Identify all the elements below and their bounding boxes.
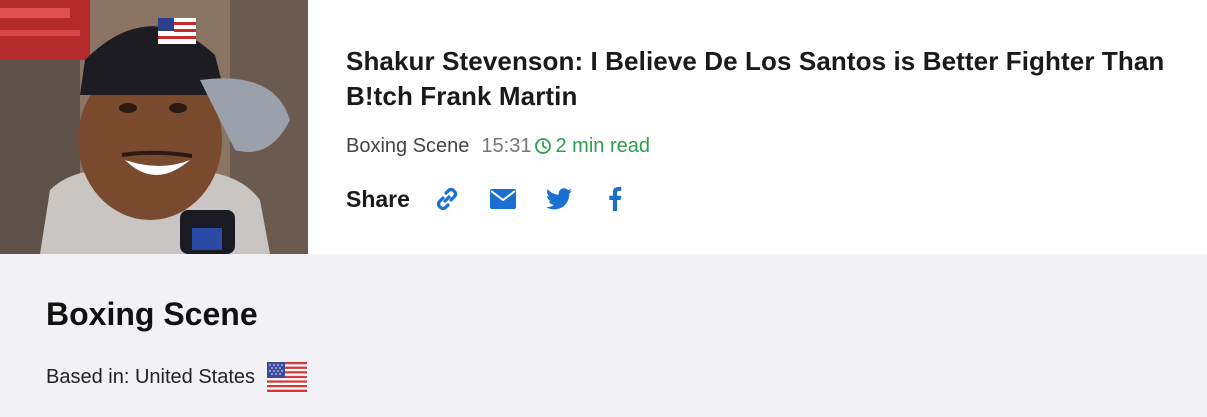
link-icon [436,187,458,211]
article-source[interactable]: Boxing Scene [346,135,469,158]
share-facebook-button[interactable] [600,184,630,214]
share-email-button[interactable] [488,184,518,214]
publisher-name[interactable]: Boxing Scene [46,296,258,333]
us-flag-icon [267,362,308,392]
based-in-text: Based in: United States [46,365,256,388]
article-card[interactable]: Shakur Stevenson: I Believe De Los Santo… [0,0,1207,254]
article-time: 15:31 [481,134,532,157]
article-meta: Boxing Scene 15:31 2 min read [346,134,1186,158]
article-thumbnail[interactable] [0,0,308,254]
facebook-icon [609,187,622,211]
mail-icon [489,189,516,209]
share-link-button[interactable] [432,184,462,214]
publisher-location: Based in: United States [46,362,308,392]
share-label: Share [346,185,410,212]
article-content: Shakur Stevenson: I Believe De Los Santo… [346,44,1186,214]
share-twitter-button[interactable] [544,184,574,214]
clock-icon [535,138,552,154]
twitter-icon [545,188,572,210]
publisher-info: Boxing Scene Based in: United States [0,254,1207,417]
article-image [0,0,308,254]
share-bar: Share [346,184,1186,214]
read-time: 2 min read [555,134,650,157]
article-headline[interactable]: Shakur Stevenson: I Believe De Los Santo… [346,44,1186,114]
